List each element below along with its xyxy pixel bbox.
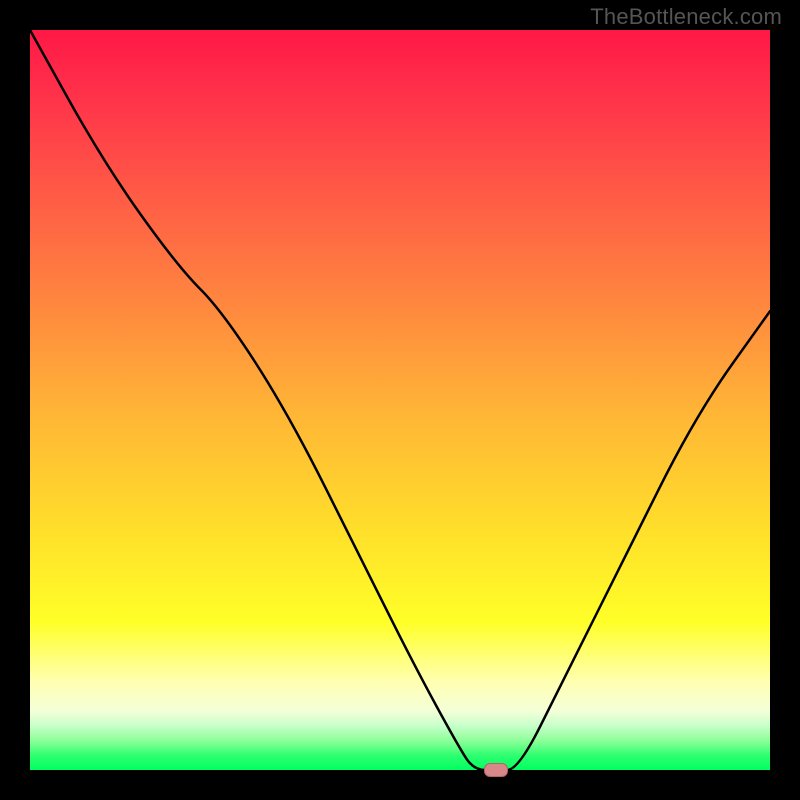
plot-area: [30, 30, 770, 770]
line-curve: [30, 30, 770, 770]
chart-frame: TheBottleneck.com: [0, 0, 800, 800]
minimum-marker: [484, 763, 508, 777]
watermark-text: TheBottleneck.com: [590, 4, 782, 30]
